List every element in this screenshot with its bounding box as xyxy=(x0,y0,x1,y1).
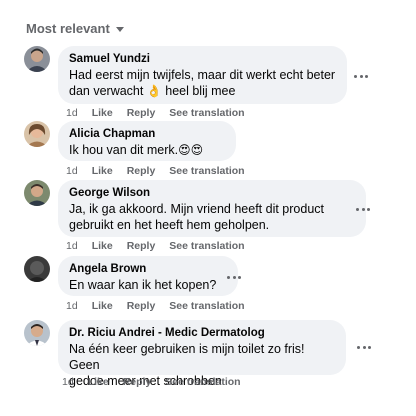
comment-author[interactable]: Dr. Riciu Andrei - Medic Dermatolog xyxy=(69,326,335,341)
comment-actions: 1d Like Reply See translation xyxy=(62,376,241,388)
comment-text: Had eerst mijn twijfels, maar dit werkt … xyxy=(69,67,336,99)
reply-button[interactable]: Reply xyxy=(127,165,156,177)
like-button[interactable]: Like xyxy=(92,107,113,119)
chevron-down-icon xyxy=(115,26,124,32)
comment-author[interactable]: George Wilson xyxy=(69,186,355,201)
like-button[interactable]: Like xyxy=(92,165,113,177)
comment-bubble: Angela Brown En waar kan ik het kopen? xyxy=(58,256,238,296)
comment-actions: 1d Like Reply See translation xyxy=(66,165,245,177)
comment-text-part: heel blij mee xyxy=(161,84,236,98)
comment-actions: 1d Like Reply See translation xyxy=(66,300,245,312)
comment-author[interactable]: Angela Brown xyxy=(69,262,227,277)
comment-actions: 1d Like Reply See translation xyxy=(66,240,245,252)
comment-bubble: Samuel Yundzi Had eerst mijn twijfels, m… xyxy=(58,46,347,104)
more-options-icon[interactable] xyxy=(357,345,371,349)
avatar[interactable] xyxy=(24,320,50,346)
see-translation-link[interactable]: See translation xyxy=(165,376,240,388)
comment-text-part: Ik hou van dit merk. xyxy=(69,143,179,157)
comment-bubble: Dr. Riciu Andrei - Medic Dermatolog Na é… xyxy=(58,320,346,388)
avatar[interactable] xyxy=(24,46,50,72)
like-button[interactable]: Like xyxy=(92,240,113,252)
reply-button[interactable]: Reply xyxy=(127,240,156,252)
reply-button[interactable]: Reply xyxy=(127,107,156,119)
sort-dropdown[interactable]: Most relevant xyxy=(26,21,124,36)
avatar[interactable] xyxy=(24,121,50,147)
avatar[interactable] xyxy=(24,256,50,282)
comment-time: 1d xyxy=(62,376,74,388)
comment-text: Ja, ik ga akkoord. Mijn vriend heeft dit… xyxy=(69,202,324,232)
reply-button[interactable]: Reply xyxy=(123,376,152,388)
sort-label: Most relevant xyxy=(26,21,110,36)
more-options-icon[interactable] xyxy=(227,275,241,279)
see-translation-link[interactable]: See translation xyxy=(169,300,244,312)
avatar[interactable] xyxy=(24,180,50,206)
like-button[interactable]: Like xyxy=(88,376,109,388)
like-button[interactable]: Like xyxy=(92,300,113,312)
heart-eyes-emoji: 😍😍 xyxy=(178,143,204,157)
comment-time: 1d xyxy=(66,165,78,177)
comment-time: 1d xyxy=(66,300,78,312)
ok-hand-emoji: 👌 xyxy=(146,84,162,98)
more-options-icon[interactable] xyxy=(356,207,370,211)
see-translation-link[interactable]: See translation xyxy=(169,240,244,252)
comment-time: 1d xyxy=(66,240,78,252)
comment-bubble: George Wilson Ja, ik ga akkoord. Mijn vr… xyxy=(58,180,366,237)
see-translation-link[interactable]: See translation xyxy=(169,107,244,119)
reply-button[interactable]: Reply xyxy=(127,300,156,312)
comment-actions: 1d Like Reply See translation xyxy=(66,107,245,119)
comment-author[interactable]: Alicia Chapman xyxy=(69,127,225,142)
see-translation-link[interactable]: See translation xyxy=(169,165,244,177)
comment-text: Ik hou van dit merk.😍😍 xyxy=(69,142,225,158)
more-options-icon[interactable] xyxy=(354,74,368,78)
comment-bubble: Alicia Chapman Ik hou van dit merk.😍😍 xyxy=(58,121,236,161)
comment-author[interactable]: Samuel Yundzi xyxy=(69,52,336,67)
comment-text: En waar kan ik het kopen? xyxy=(69,278,217,292)
comment-time: 1d xyxy=(66,107,78,119)
